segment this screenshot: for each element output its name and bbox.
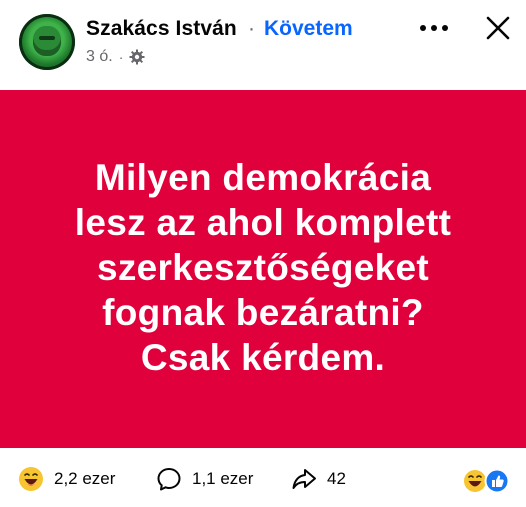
post-image[interactable]: Milyen demokrácia lesz az ahol komplett … <box>0 90 526 448</box>
comments-count: 1,1 ezer <box>192 469 254 488</box>
post-text-line: Csak kérdem. <box>140 336 386 378</box>
meta-separator: · <box>118 49 124 65</box>
gear-icon <box>129 49 145 65</box>
reaction-summary-icon[interactable] <box>462 468 510 494</box>
more-options-icon[interactable] <box>420 24 450 32</box>
reactions-stat[interactable]: 2,2 ezer <box>18 466 115 492</box>
post-text: Milyen demokrácia lesz az ahol komplett … <box>28 155 498 380</box>
comment-icon <box>157 468 181 491</box>
avatar-face <box>33 26 61 56</box>
post-text-line: szerkesztőségeket <box>96 246 430 288</box>
avatar[interactable] <box>19 14 75 70</box>
close-icon[interactable] <box>484 14 512 42</box>
share-icon <box>292 469 316 489</box>
post-time[interactable]: 3 ó. <box>86 48 113 66</box>
reactions-count: 2,2 ezer <box>54 469 116 488</box>
shares-count: 42 <box>327 469 346 488</box>
post-actions: 2,2 ezer 1,1 ezer 42 <box>0 448 526 507</box>
post-text-line: Milyen demokrácia <box>94 156 432 198</box>
post-meta: 3 ó. · <box>86 48 145 66</box>
shares-stat[interactable]: 42 <box>291 466 346 492</box>
author-name[interactable]: Szakács István <box>86 17 237 41</box>
comments-stat[interactable]: 1,1 ezer <box>156 466 253 492</box>
post-header: Szakács István · Követem 3 ó. · <box>0 0 526 90</box>
post-text-line: lesz az ahol komplett <box>74 201 452 243</box>
follow-button[interactable]: Követem <box>264 17 353 41</box>
haha-reaction-icon <box>19 467 43 491</box>
post-text-line: fognak bezáratni? <box>102 291 424 333</box>
name-separator: · <box>248 17 255 40</box>
